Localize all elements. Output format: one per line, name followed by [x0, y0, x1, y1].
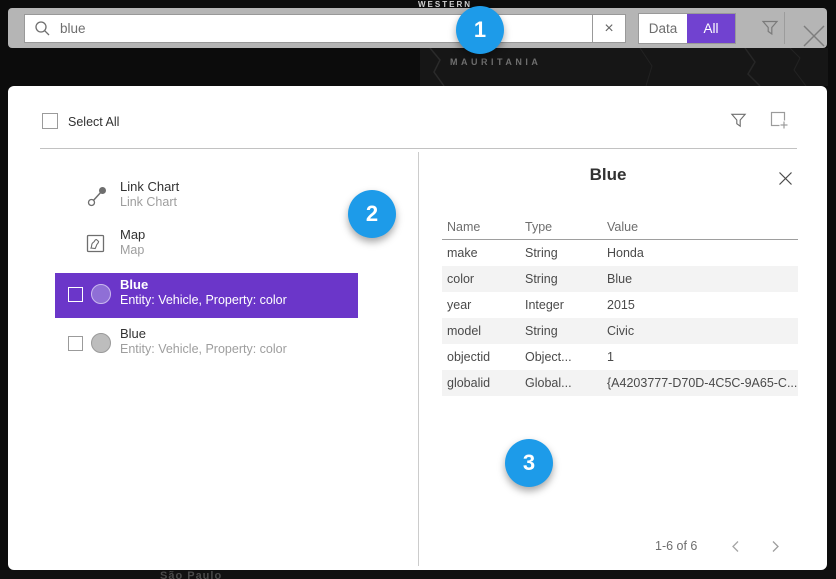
- search-icon: [34, 20, 51, 37]
- cell-type: Integer: [525, 292, 607, 318]
- detail-title: Blue: [418, 165, 798, 185]
- list-item-blue[interactable]: Blue Entity: Vehicle, Property: color: [55, 322, 358, 367]
- search-input[interactable]: [51, 21, 592, 36]
- list-item-title: Blue: [120, 326, 146, 341]
- list-item-title: Map: [120, 227, 145, 242]
- toggle-option-data[interactable]: Data: [639, 14, 687, 43]
- search-input-group: ×: [24, 14, 626, 43]
- table-row: year Integer 2015: [442, 292, 798, 318]
- toggle-option-all[interactable]: All: [687, 14, 735, 43]
- list-detail-divider: [418, 152, 419, 566]
- add-item-icon[interactable]: [770, 111, 789, 135]
- data-all-toggle: Data All: [638, 13, 736, 44]
- row-checkbox[interactable]: [68, 287, 83, 302]
- list-item-title: Blue: [120, 277, 148, 292]
- cell-type: Global...: [525, 370, 607, 396]
- cell-name: model: [447, 318, 525, 344]
- list-item-subtitle: Map: [120, 243, 144, 257]
- cell-type: String: [525, 266, 607, 292]
- list-item-title: Link Chart: [120, 179, 179, 194]
- map-label-sao-paulo: São Paulo: [160, 570, 222, 579]
- table-row: globalid Global... {A4203777-D70D-4C5C-9…: [442, 370, 798, 396]
- cell-value: Civic: [607, 318, 798, 344]
- cell-name: objectid: [447, 344, 525, 370]
- cell-value: {A4203777-D70D-4C5C-9A65-C...: [607, 370, 798, 396]
- list-item-blue-selected[interactable]: Blue Entity: Vehicle, Property: color: [55, 273, 358, 318]
- clear-search-button[interactable]: ×: [592, 15, 625, 42]
- cell-value: 1: [607, 344, 798, 370]
- cell-type: Object...: [525, 344, 607, 370]
- select-all-checkbox[interactable]: [42, 113, 58, 129]
- list-item-map[interactable]: Map Map: [55, 223, 358, 268]
- cell-name: globalid: [447, 370, 525, 396]
- searchbar-divider: [784, 12, 785, 44]
- list-item-subtitle: Link Chart: [120, 195, 177, 209]
- column-header-type: Type: [525, 215, 607, 239]
- cell-name: make: [447, 240, 525, 266]
- filter-icon[interactable]: [761, 19, 779, 42]
- column-header-name: Name: [447, 215, 525, 239]
- cell-name: year: [447, 292, 525, 318]
- list-item-subtitle: Entity: Vehicle, Property: color: [120, 342, 287, 356]
- cell-type: String: [525, 240, 607, 266]
- entity-circle-icon: [91, 333, 111, 353]
- annotation-badge-1: 1: [456, 6, 504, 54]
- list-item-link-chart[interactable]: Link Chart Link Chart: [55, 175, 358, 220]
- cell-value: Honda: [607, 240, 798, 266]
- screen: WESTERN MAURITANIA São Paulo × Data All: [0, 0, 836, 579]
- results-panel: Select All Link: [8, 86, 827, 570]
- annotation-badge-2: 2: [348, 190, 396, 238]
- header-divider: [40, 148, 797, 149]
- cell-type: String: [525, 318, 607, 344]
- table-row: objectid Object... 1: [442, 344, 798, 370]
- map-icon: [86, 232, 106, 254]
- search-bar: × Data All: [8, 8, 827, 48]
- map-label-mauritania: MAURITANIA: [450, 57, 541, 67]
- close-detail-icon[interactable]: [778, 171, 793, 191]
- annotation-badge-3: 3: [505, 439, 553, 487]
- list-item-subtitle: Entity: Vehicle, Property: color: [120, 293, 287, 307]
- page-range-label: 1-6 of 6: [655, 539, 697, 553]
- chevron-right-icon[interactable]: [771, 540, 780, 558]
- select-all-label: Select All: [68, 115, 119, 129]
- panel-filter-icon[interactable]: [730, 112, 747, 134]
- column-header-value: Value: [607, 215, 798, 239]
- chevron-left-icon[interactable]: [731, 540, 740, 558]
- entity-circle-icon: [91, 284, 111, 304]
- cell-value: Blue: [607, 266, 798, 292]
- cell-name: color: [447, 266, 525, 292]
- table-row: color String Blue: [442, 266, 798, 292]
- table-header-row: Name Type Value: [442, 215, 798, 240]
- properties-table: Name Type Value make String Honda color …: [442, 215, 798, 396]
- cell-value: 2015: [607, 292, 798, 318]
- table-row: make String Honda: [442, 240, 798, 266]
- row-checkbox[interactable]: [68, 336, 83, 351]
- table-row: model String Civic: [442, 318, 798, 344]
- close-search-icon[interactable]: [801, 23, 827, 54]
- link-chart-icon: [86, 184, 108, 208]
